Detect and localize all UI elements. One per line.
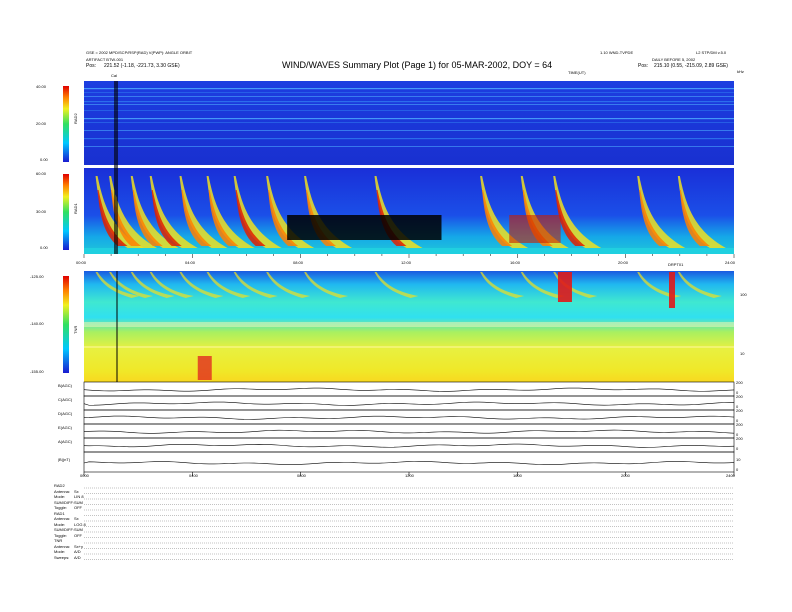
tnr-colorbar bbox=[63, 276, 69, 373]
rad1-bottom-band bbox=[84, 248, 734, 254]
tnr-plasma-line bbox=[84, 346, 734, 348]
line-panel-frame bbox=[83, 437, 735, 453]
footer-dotted-rules bbox=[84, 487, 734, 560]
rad2-line bbox=[84, 92, 734, 93]
line-panel-frame bbox=[83, 395, 735, 411]
tnr-low-burst bbox=[197, 356, 212, 380]
line-panels bbox=[83, 381, 735, 476]
line-panel-frame bbox=[83, 409, 735, 425]
rad2-spectrogram bbox=[84, 81, 734, 165]
line-panel-frame bbox=[83, 451, 735, 473]
rad1-noise-band bbox=[509, 215, 561, 243]
line-series bbox=[83, 387, 735, 392]
mid-axis-ticks bbox=[83, 254, 735, 258]
line-series bbox=[83, 443, 735, 448]
rad2-line bbox=[84, 101, 734, 103]
rad1-dark-band bbox=[287, 215, 442, 240]
tnr-hot-spot bbox=[669, 272, 675, 308]
line-series bbox=[83, 415, 735, 420]
rad1-colorbar bbox=[63, 174, 69, 250]
plot-graphics bbox=[63, 81, 735, 560]
rad2-line bbox=[84, 88, 734, 90]
rad2-line bbox=[84, 130, 734, 131]
rad2-line bbox=[84, 118, 734, 120]
tnr-plasma-line bbox=[84, 322, 734, 327]
line-panel-frame bbox=[83, 381, 735, 397]
rad2-line bbox=[84, 138, 734, 140]
line-series bbox=[83, 460, 735, 465]
rad2-line bbox=[84, 146, 734, 147]
rad2-colorbar bbox=[63, 86, 69, 162]
summary-plot-page: GSE = 2002 MPD/SCP/RSP(RAD) V(PWP): ANGL… bbox=[0, 0, 792, 612]
rad2-line bbox=[84, 110, 734, 111]
rad2-line bbox=[84, 96, 734, 97]
rad2-line bbox=[84, 104, 734, 105]
line-series bbox=[83, 429, 735, 434]
rad2-line bbox=[84, 122, 734, 123]
line-series bbox=[83, 401, 735, 406]
tnr-hot-spot bbox=[557, 272, 572, 302]
